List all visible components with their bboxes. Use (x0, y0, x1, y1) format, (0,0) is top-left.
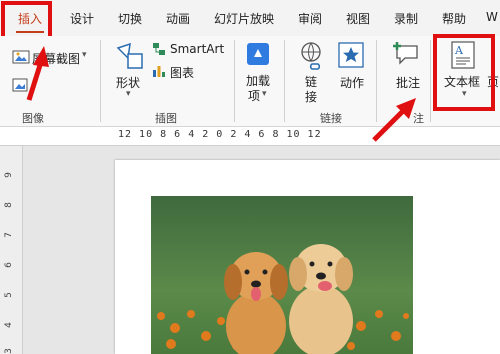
arrowhead-icon (33, 46, 49, 67)
annotation-arrows (26, 46, 416, 142)
arrow-to-insert-tab (26, 61, 44, 101)
arrow-to-textbox (372, 109, 405, 142)
